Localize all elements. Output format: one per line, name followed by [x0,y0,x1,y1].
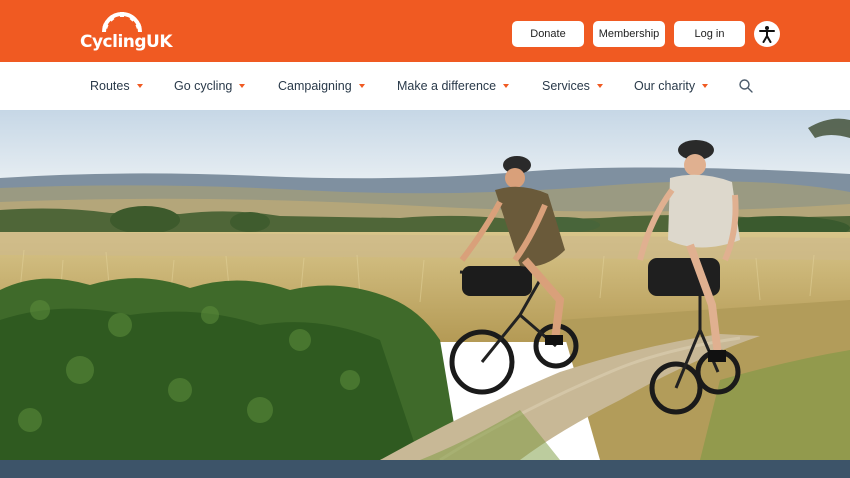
nav-item-our-charity[interactable]: Our charity [634,62,709,110]
accessibility-icon [759,26,775,43]
chainring-icon [102,12,142,33]
nav-item-campaigning[interactable]: Campaigning [278,62,365,110]
nav-item-label: Campaigning [278,79,352,93]
nav-item-services[interactable]: Services [542,62,603,110]
footer-band [0,460,850,478]
nav-item-label: Our charity [634,79,696,93]
cyclinguk-logo[interactable]: CyclingUK [80,12,173,56]
search-button[interactable] [738,78,754,99]
membership-button[interactable]: Membership [593,21,665,47]
nav-item-label: Make a difference [397,79,497,93]
caret-down-icon [596,84,603,88]
nav-item-go-cycling[interactable]: Go cycling [174,62,246,110]
caret-down-icon [239,84,246,88]
caret-down-icon [358,84,365,88]
caret-down-icon [503,84,510,88]
caret-down-icon [702,84,709,88]
nav-item-label: Routes [90,79,130,93]
top-header: CyclingUK Donate Membership Log in [0,0,850,62]
hero-photo [0,110,850,460]
hero-image [0,110,850,460]
donate-button[interactable]: Donate [512,21,584,47]
caret-down-icon [136,84,143,88]
main-navigation: Routes Go cycling Campaigning Make a dif… [0,62,850,110]
logo-text: CyclingUK [80,32,173,52]
login-button[interactable]: Log in [674,21,745,47]
nav-item-label: Services [542,79,590,93]
nav-item-label: Go cycling [174,79,233,93]
nav-item-make-a-difference[interactable]: Make a difference [397,62,510,110]
accessibility-button[interactable] [754,21,780,47]
nav-item-routes[interactable]: Routes [90,62,143,110]
search-icon [739,79,753,93]
